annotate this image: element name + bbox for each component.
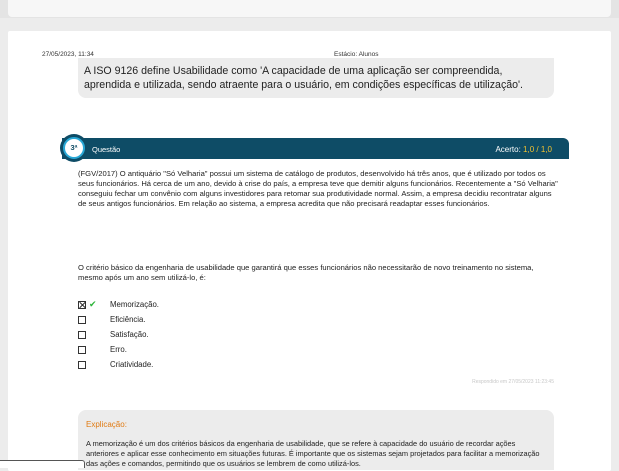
top-strip [0,0,619,18]
checkbox[interactable] [78,331,86,339]
print-date: 27/05/2023, 11:34 [42,51,94,58]
option-label: Satisfação. [110,330,149,339]
score-separator: / [536,145,539,154]
explanation-text: A memorização é um dos critérios básicos… [86,439,540,468]
option-memorizacao[interactable]: ✔ Memorização. [78,299,278,312]
explanation-title: Explicação: [86,420,127,429]
checkbox[interactable] [78,316,86,324]
option-criatividade[interactable]: Criatividade. [78,360,278,372]
question-number: 3ª [70,143,78,152]
question-statement: (FGV/2017) O antiquário "Só Velharia" po… [78,169,558,208]
option-label: Eficiência. [110,315,146,324]
previous-answer-text: A ISO 9126 define Usabilidade como 'A ca… [84,65,523,91]
question-prompt: O critério básico da engenharia de usabi… [78,263,534,282]
answered-timestamp: Respondido em 27/05/2023 11:23:45 [472,379,554,385]
checkbox[interactable] [78,346,86,354]
option-erro[interactable]: Erro. [78,345,278,357]
question-header-bar [62,138,569,159]
top-strip-card [8,0,611,17]
score-label: Acerto: [495,145,521,154]
option-eficiencia[interactable]: Eficiência. [78,315,278,327]
score-total: 1,0 [540,145,552,154]
question-score: Acerto: 1,0 / 1,0 [495,145,552,154]
check-icon: ✔ [89,299,97,309]
option-label: Memorização. [110,300,159,309]
option-label: Erro. [110,345,127,354]
question-label: Questão [92,145,121,154]
print-header-title: Estácio: Alunos [334,51,379,58]
checkbox-selected[interactable] [78,301,86,309]
option-satisfacao[interactable]: Satisfação. [78,330,278,342]
score-value: 1,0 [523,145,535,154]
checkbox[interactable] [78,361,86,369]
option-label: Criatividade. [110,360,154,369]
